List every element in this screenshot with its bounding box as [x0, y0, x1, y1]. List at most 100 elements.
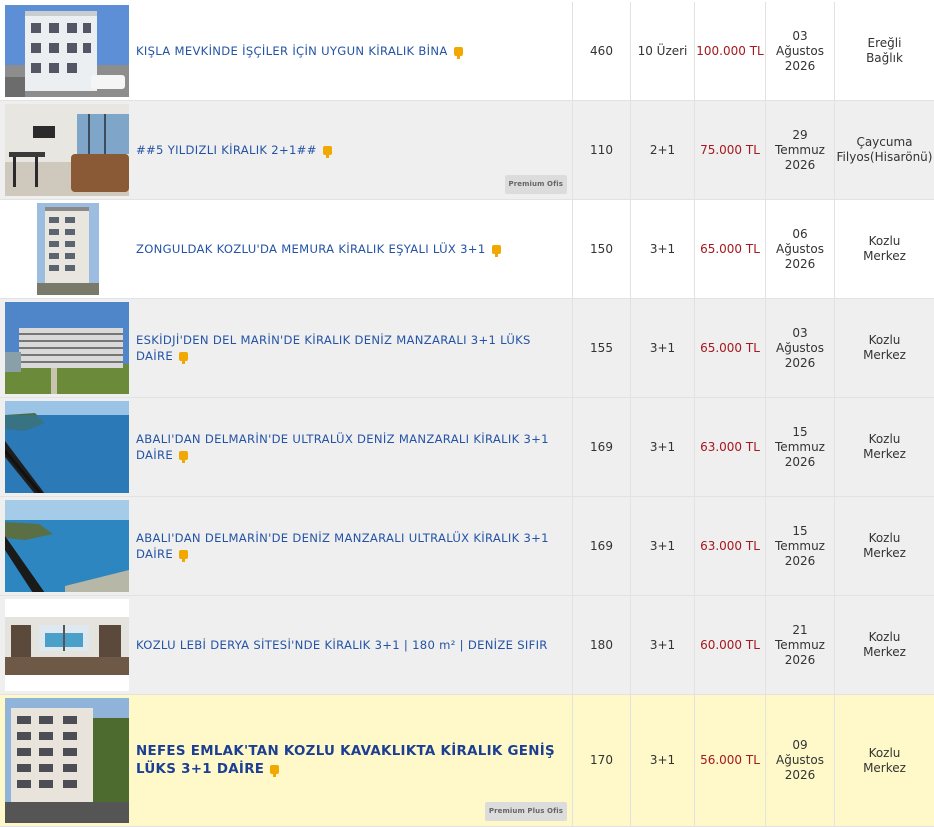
price: 75.000 TL	[695, 101, 766, 200]
pin-icon	[178, 451, 188, 463]
location: Kozlu Merkez	[835, 497, 934, 596]
room-count: 3+1	[631, 398, 695, 497]
date-month: Ağustos	[776, 340, 824, 355]
title-cell: ABALI'DAN DELMARİN'DE DENİZ MANZARALI UL…	[132, 497, 573, 596]
title-cell: KOZLU LEBİ DERYA SİTESİ'NDE KİRALIK 3+1 …	[132, 596, 573, 695]
listing-thumbnail[interactable]	[4, 500, 129, 592]
location-district: Kozlu	[868, 432, 901, 446]
listing-thumbnail[interactable]	[4, 302, 129, 394]
listing-date: 15 Temmuz 2026	[766, 398, 835, 497]
listing-title[interactable]: ##5 YILDIZLI KİRALIK 2+1##	[136, 142, 332, 158]
date-month: Temmuz	[775, 142, 825, 157]
price: 60.000 TL	[695, 596, 766, 695]
interior-photo	[4, 617, 129, 675]
location-district: Çaycuma	[856, 135, 913, 149]
area-m2: 110	[573, 101, 631, 200]
pin-icon	[322, 146, 332, 158]
listing-date: 03 Ağustos 2026	[766, 299, 835, 398]
table-row[interactable]: KIŞLA MEVKİNDE İŞÇİLER İÇİN UYGUN KİRALI…	[0, 2, 934, 101]
location-neighborhood: Merkez	[863, 249, 906, 263]
listing-title[interactable]: KOZLU LEBİ DERYA SİTESİ'NDE KİRALIK 3+1 …	[136, 637, 548, 653]
thumbnail-cell[interactable]	[0, 695, 132, 827]
room-count: 3+1	[631, 299, 695, 398]
title-cell: ##5 YILDIZLI KİRALIK 2+1## Premium Ofis	[132, 101, 573, 200]
listing-thumbnail[interactable]	[4, 599, 129, 691]
pin-icon	[491, 245, 501, 257]
building-photo	[4, 698, 129, 823]
building-photo	[4, 5, 129, 97]
building-photo	[36, 203, 99, 295]
pin-icon	[270, 764, 280, 777]
date-day: 15	[792, 523, 808, 538]
pin-icon	[178, 352, 188, 364]
listing-title[interactable]: ESKİDJİ'DEN DEL MARİN'DE KİRALIK DENİZ M…	[136, 332, 566, 364]
listing-thumbnail[interactable]	[4, 203, 129, 295]
listing-title[interactable]: KIŞLA MEVKİNDE İŞÇİLER İÇİN UYGUN KİRALI…	[136, 43, 463, 59]
sea-view-photo	[4, 500, 129, 592]
listing-title[interactable]: NEFES EMLAK'TAN KOZLU KAVAKLIKTA KİRALIK…	[136, 743, 566, 779]
date-month: Temmuz	[775, 439, 825, 454]
area-m2: 150	[573, 200, 631, 299]
building-photo	[4, 302, 129, 394]
title-cell: ZONGULDAK KOZLU'DA MEMURA KİRALIK EŞYALI…	[132, 200, 573, 299]
date-year: 2026	[784, 553, 816, 568]
table-row[interactable]: ABALI'DAN DELMARİN'DE DENİZ MANZARALI UL…	[0, 497, 934, 596]
premium-office-badge: Premium Ofis	[504, 175, 567, 194]
listing-date: 15 Temmuz 2026	[766, 497, 835, 596]
title-cell: NEFES EMLAK'TAN KOZLU KAVAKLIKTA KİRALIK…	[132, 695, 573, 827]
table-row[interactable]: ESKİDJİ'DEN DEL MARİN'DE KİRALIK DENİZ M…	[0, 299, 934, 398]
location-neighborhood: Merkez	[863, 447, 906, 461]
date-day: 29	[792, 127, 808, 142]
location-neighborhood: Bağlık	[866, 51, 903, 65]
location: Kozlu Merkez	[835, 299, 934, 398]
location: Kozlu Merkez	[835, 695, 934, 827]
area-m2: 155	[573, 299, 631, 398]
table-row[interactable]: ZONGULDAK KOZLU'DA MEMURA KİRALIK EŞYALI…	[0, 200, 934, 299]
pin-icon	[453, 47, 463, 59]
listing-thumbnail[interactable]	[4, 5, 129, 97]
location: Kozlu Merkez	[835, 398, 934, 497]
location-district: Kozlu	[868, 333, 901, 347]
thumbnail-cell[interactable]	[0, 596, 132, 695]
table-row[interactable]: KOZLU LEBİ DERYA SİTESİ'NDE KİRALIK 3+1 …	[0, 596, 934, 695]
listing-title[interactable]: ABALI'DAN DELMARİN'DE DENİZ MANZARALI UL…	[136, 530, 566, 562]
table-row[interactable]: ##5 YILDIZLI KİRALIK 2+1## Premium Ofis …	[0, 101, 934, 200]
listing-date: 03 Ağustos 2026	[766, 2, 835, 101]
thumbnail-cell[interactable]	[0, 2, 132, 101]
thumbnail-cell[interactable]	[0, 497, 132, 596]
table-row-featured[interactable]: NEFES EMLAK'TAN KOZLU KAVAKLIKTA KİRALIK…	[0, 695, 934, 827]
room-count: 3+1	[631, 200, 695, 299]
thumbnail-cell[interactable]	[0, 299, 132, 398]
date-year: 2026	[784, 768, 816, 782]
thumbnail-cell[interactable]	[0, 398, 132, 497]
sea-view-photo	[4, 401, 129, 493]
price: 65.000 TL	[695, 299, 766, 398]
listing-table: KIŞLA MEVKİNDE İŞÇİLER İÇİN UYGUN KİRALI…	[0, 0, 934, 827]
location-district: Kozlu	[868, 234, 901, 248]
location-neighborhood: Filyos(Hisarönü)	[836, 150, 933, 164]
price: 100.000 TL	[695, 2, 766, 101]
date-year: 2026	[784, 58, 816, 73]
thumbnail-cell[interactable]	[0, 101, 132, 200]
date-year: 2026	[784, 652, 816, 667]
location: Çaycuma Filyos(Hisarönü)	[835, 101, 934, 200]
listing-thumbnail[interactable]	[4, 401, 129, 493]
area-m2: 169	[573, 497, 631, 596]
date-year: 2026	[784, 157, 816, 172]
listing-title[interactable]: ZONGULDAK KOZLU'DA MEMURA KİRALIK EŞYALI…	[136, 241, 501, 257]
table-row[interactable]: ABALI'DAN DELMARİN'DE ULTRALÜX DENİZ MAN…	[0, 398, 934, 497]
title-cell: ESKİDJİ'DEN DEL MARİN'DE KİRALIK DENİZ M…	[132, 299, 573, 398]
thumbnail-cell[interactable]	[0, 200, 132, 299]
area-m2: 170	[573, 695, 631, 827]
area-m2: 180	[573, 596, 631, 695]
date-year: 2026	[784, 256, 816, 271]
listing-title[interactable]: ABALI'DAN DELMARİN'DE ULTRALÜX DENİZ MAN…	[136, 431, 566, 463]
premium-plus-office-badge: Premium Plus Ofis	[484, 802, 567, 821]
location-district: Ereğli	[867, 36, 902, 50]
room-count: 10 Üzeri	[631, 2, 695, 101]
room-count: 2+1	[631, 101, 695, 200]
room-count: 3+1	[631, 596, 695, 695]
listing-thumbnail[interactable]	[4, 104, 129, 196]
area-m2: 460	[573, 2, 631, 101]
listing-thumbnail[interactable]	[4, 698, 129, 823]
